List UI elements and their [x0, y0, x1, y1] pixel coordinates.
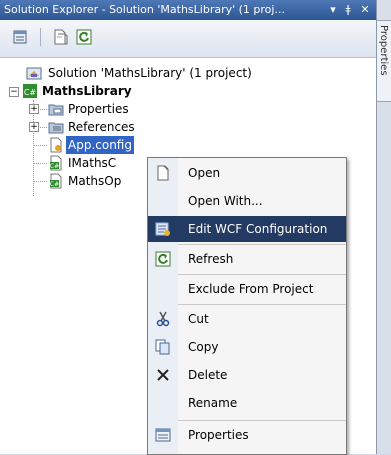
open-icon [157, 165, 169, 181]
tree-item-label: App.config [66, 136, 134, 154]
menu-item-label: Open With... [188, 194, 263, 208]
panel-title: Solution Explorer - Solution 'MathsLibra… [4, 3, 285, 16]
tree-item-label: IMathsC [68, 156, 117, 170]
csharp-file-icon: C# [50, 173, 62, 189]
csharp-project-icon: C# [23, 84, 37, 98]
tree-item-label: References [68, 120, 135, 134]
project-collapse-icon[interactable]: − [9, 87, 19, 97]
refresh-toolbar-icon[interactable] [76, 29, 92, 45]
menu-item-label: Rename [188, 396, 238, 410]
csharp-file-icon: C# [50, 155, 62, 171]
properties-expand-icon[interactable]: + [29, 104, 39, 114]
tree-item-label: Properties [68, 102, 129, 116]
menu-item-label: Open [188, 166, 221, 180]
menu-item-label: Cut [188, 312, 209, 326]
menu-item-label: Edit WCF Configuration [188, 222, 328, 236]
delete-x-icon [157, 369, 169, 381]
toolbar-separator [40, 28, 41, 46]
properties-side-tab-label: Properties [378, 25, 389, 76]
close-panel-icon[interactable]: ✕ [358, 0, 372, 20]
references-expand-icon[interactable]: + [29, 122, 39, 132]
wcf-config-icon [155, 222, 170, 236]
menu-separator [178, 274, 346, 275]
menu-item-cut[interactable]: Cut [148, 306, 346, 332]
properties-toolbar-icon[interactable] [12, 29, 28, 45]
svg-text:C#: C# [24, 88, 37, 97]
panel-title-bar: Solution Explorer - Solution 'MathsLibra… [0, 0, 376, 20]
auto-hide-pin-icon[interactable]: ǂ [341, 0, 355, 20]
context-menu: Open Open With... Edit WCF Configuration… [147, 157, 347, 455]
solution-explorer-toolbar [0, 20, 376, 58]
menu-item-label: Properties [188, 428, 249, 442]
properties-side-tab[interactable]: Properties [377, 20, 391, 102]
tree-connector-line [33, 181, 47, 182]
menu-item-properties[interactable]: Properties [148, 422, 346, 448]
menu-item-open[interactable]: Open [148, 160, 346, 186]
menu-item-label: Refresh [188, 252, 234, 266]
svg-text:C#: C# [50, 181, 59, 188]
config-file-icon [50, 137, 62, 153]
menu-item-label: Copy [188, 340, 219, 354]
menu-item-edit-wcf-configuration[interactable]: Edit WCF Configuration [148, 216, 346, 242]
references-folder-icon [48, 122, 64, 134]
tree-item-label: MathsOp [68, 174, 122, 188]
properties-side-strip: Properties [377, 0, 391, 454]
project-label: MathsLibrary [42, 84, 132, 98]
properties-folder-icon [48, 104, 64, 116]
copy-icon [155, 339, 170, 355]
menu-separator [178, 420, 346, 421]
menu-item-label: Exclude From Project [188, 282, 314, 296]
menu-item-open-with[interactable]: Open With... [148, 188, 346, 214]
menu-separator [178, 304, 346, 305]
show-all-files-icon[interactable] [52, 29, 68, 45]
menu-item-rename[interactable]: Rename [148, 390, 346, 416]
tree-connector-line [33, 163, 47, 164]
tree-connector-line [33, 145, 47, 146]
menu-separator [178, 244, 346, 245]
properties-icon [155, 428, 171, 442]
solution-label: Solution 'MathsLibrary' (1 project) [48, 66, 252, 80]
svg-text:C#: C# [50, 163, 59, 170]
window-position-dropdown-icon[interactable]: ▾ [326, 0, 340, 20]
scissors-icon [156, 311, 170, 327]
solution-icon [26, 67, 42, 80]
menu-item-exclude-from-project[interactable]: Exclude From Project [148, 276, 346, 302]
menu-item-label: Delete [188, 368, 228, 382]
refresh-icon [155, 251, 171, 267]
menu-item-copy[interactable]: Copy [148, 334, 346, 360]
menu-item-delete[interactable]: Delete [148, 362, 346, 388]
menu-item-refresh[interactable]: Refresh [148, 246, 346, 272]
